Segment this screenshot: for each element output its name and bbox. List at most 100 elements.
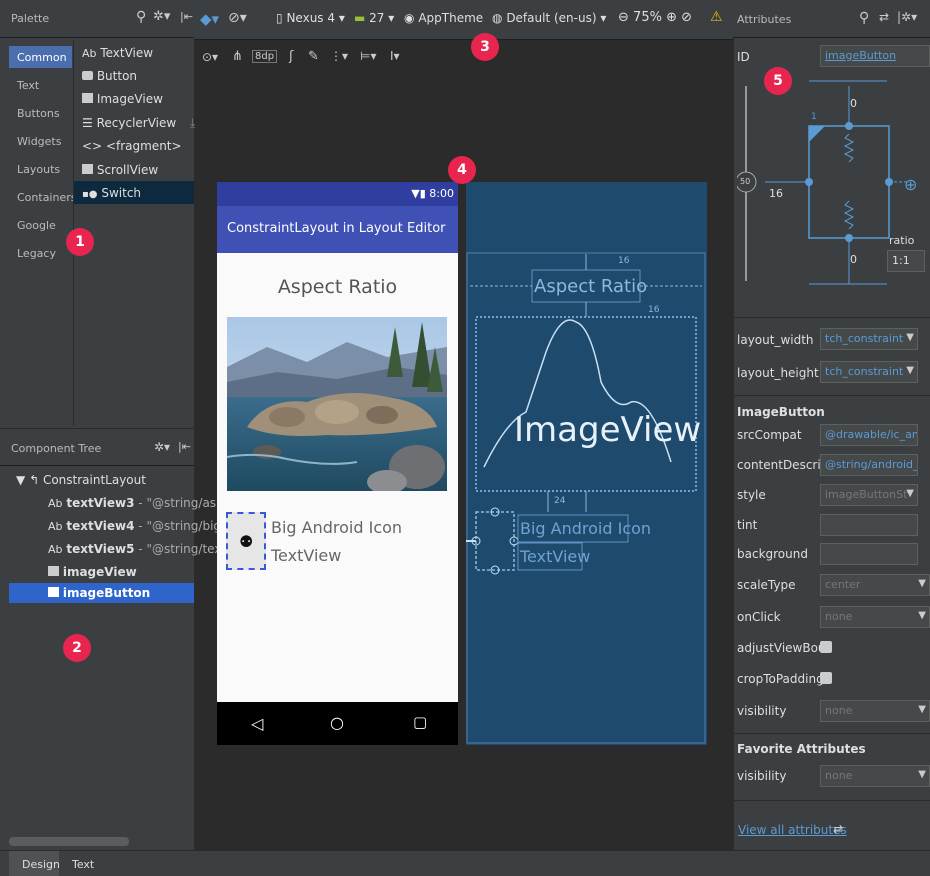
app-bar: ConstraintLayout in Layout Editor bbox=[217, 206, 458, 253]
search-icon[interactable]: ⚲ bbox=[136, 9, 146, 25]
locale-selector[interactable]: ◍ Default (en-us) ▾ bbox=[492, 11, 606, 25]
scale-type-label: scaleType bbox=[737, 578, 796, 592]
device-selector[interactable]: ▯ Nexus 4 ▾ bbox=[276, 11, 345, 25]
adjust-view-bounds-checkbox[interactable] bbox=[820, 641, 832, 653]
gear-icon[interactable]: ✲▾ bbox=[153, 9, 170, 24]
fav-visibility-label: visibility bbox=[737, 769, 787, 783]
home-icon[interactable]: ○ bbox=[330, 713, 344, 732]
big-android-icon-text[interactable]: Big Android Icon bbox=[271, 518, 402, 537]
chevron-down-icon[interactable]: ▼ bbox=[918, 578, 926, 589]
palette-item-scrollview[interactable]: ScrollView bbox=[82, 163, 158, 177]
fav-visibility-field[interactable]: none ▼ bbox=[820, 765, 930, 787]
palette-item-imageview[interactable]: ImageView bbox=[82, 92, 163, 106]
palette-category-legacy[interactable]: Legacy bbox=[17, 247, 56, 260]
visibility-field[interactable]: none ▼ bbox=[820, 700, 930, 722]
chevron-down-icon[interactable]: ▼ bbox=[906, 488, 914, 499]
hide-panel-icon[interactable]: |⇤ bbox=[178, 440, 191, 453]
landscape-image[interactable] bbox=[227, 317, 447, 491]
swap-icon[interactable]: ⇄ bbox=[879, 10, 889, 24]
src-compat-field[interactable]: @drawable/ic_and bbox=[820, 424, 918, 446]
gear-icon[interactable]: |✲▾ bbox=[897, 10, 917, 24]
search-icon[interactable]: ⚲ bbox=[859, 10, 869, 26]
layout-height-field[interactable]: tch_constraint ▼ bbox=[820, 361, 918, 383]
palette-category-containers[interactable]: Containers bbox=[17, 191, 77, 204]
tree-row-imageview[interactable]: imageView bbox=[48, 565, 137, 579]
tint-field[interactable] bbox=[820, 514, 918, 536]
constraint-top-value[interactable]: 0 bbox=[850, 97, 857, 110]
download-icon[interactable]: ⤓ bbox=[190, 116, 195, 130]
palette-item-recyclerview[interactable]: ☰ RecyclerView ⤓ bbox=[82, 116, 195, 131]
palette-category-common[interactable]: Common bbox=[17, 51, 67, 64]
zoom-fit-icon[interactable]: ⊘ bbox=[681, 10, 692, 25]
infer-constraints-icon[interactable]: ✎ bbox=[308, 49, 319, 64]
scale-type-field[interactable]: center ▼ bbox=[820, 574, 930, 596]
tree-root-constraintlayout[interactable]: ▼ ↰ ConstraintLayout bbox=[16, 473, 146, 487]
palette-category-layouts[interactable]: Layouts bbox=[17, 163, 60, 176]
blueprint-imageview-text[interactable]: ImageView bbox=[514, 410, 701, 450]
tree-row-textview3[interactable]: Ab textView3 - "@string/asp bbox=[48, 496, 224, 510]
palette-category-buttons[interactable]: Buttons bbox=[17, 107, 60, 120]
autoconnect-icon[interactable]: ⋔ bbox=[232, 49, 243, 64]
pack-icon[interactable]: ⋮▾ bbox=[330, 49, 348, 63]
id-field[interactable]: imageButton bbox=[820, 45, 930, 67]
theme-selector[interactable]: ◉ AppTheme bbox=[404, 11, 483, 25]
textview-text[interactable]: TextView bbox=[271, 546, 341, 565]
design-surface-icon[interactable]: ◆▾ bbox=[200, 10, 219, 28]
background-field[interactable] bbox=[820, 543, 918, 565]
constraint-bottom-value[interactable]: 0 bbox=[850, 253, 857, 266]
chevron-down-icon[interactable]: ▼ bbox=[918, 769, 926, 780]
back-icon[interactable]: ◁ bbox=[251, 714, 263, 733]
ratio-field[interactable]: 1:1 bbox=[887, 250, 925, 272]
recents-icon[interactable]: ▢ bbox=[413, 713, 427, 731]
blueprint-big-icon-text[interactable]: Big Android Icon bbox=[520, 519, 651, 538]
horizontal-scrollbar[interactable] bbox=[9, 837, 129, 846]
view-options-icon[interactable]: ⊙▾ bbox=[202, 50, 218, 64]
api-selector[interactable]: ▬ 27 ▾ bbox=[354, 11, 394, 25]
tab-design[interactable]: Design bbox=[22, 858, 60, 871]
onclick-field[interactable]: none ▼ bbox=[820, 606, 930, 628]
tree-root-label: ConstraintLayout bbox=[42, 473, 146, 487]
bias-value[interactable]: 50 bbox=[740, 177, 750, 186]
chevron-down-icon[interactable]: ▼ bbox=[918, 704, 926, 715]
palette-category-google[interactable]: Google bbox=[17, 219, 56, 232]
constraint-toolbar: ⊙▾ ⋔ 8dp ʃ ✎ ⋮▾ ⊨▾ Ι▾ bbox=[194, 40, 733, 76]
list-icon: ☰ bbox=[82, 116, 93, 130]
chevron-down-icon[interactable]: ▼ bbox=[906, 365, 914, 376]
palette-category-widgets[interactable]: Widgets bbox=[17, 135, 61, 148]
tree-row-textview4[interactable]: Ab textView4 - "@string/big bbox=[48, 519, 221, 533]
hide-panel-icon[interactable]: |⇤ bbox=[180, 10, 193, 23]
palette-item-switch[interactable]: ▪● Switch bbox=[82, 186, 141, 200]
crop-to-padding-checkbox[interactable] bbox=[820, 672, 832, 684]
swap-icon[interactable]: ⇄ bbox=[833, 822, 843, 836]
blueprint-textview-text[interactable]: TextView bbox=[520, 547, 590, 566]
zoom-controls[interactable]: ⊖ 75% ⊕ ⊘ bbox=[618, 10, 692, 25]
aspect-ratio-text[interactable]: Aspect Ratio bbox=[217, 276, 458, 298]
zoom-in-icon[interactable]: ⊕ bbox=[666, 10, 677, 25]
tab-text[interactable]: Text bbox=[72, 858, 94, 871]
palette-category-text[interactable]: Text bbox=[17, 79, 39, 92]
clear-constraints-icon[interactable]: ʃ bbox=[289, 49, 293, 64]
palette-item-button[interactable]: Button bbox=[82, 69, 137, 83]
content-description-field[interactable]: @string/android_ bbox=[820, 454, 918, 476]
constraint-left-value[interactable]: 16 bbox=[769, 187, 783, 200]
gear-icon[interactable]: ✲▾ bbox=[154, 440, 170, 454]
guidelines-icon[interactable]: Ι▾ bbox=[390, 49, 400, 63]
expand-arrow-icon[interactable]: ▼ bbox=[16, 473, 25, 487]
add-constraint-icon[interactable]: ⊕ bbox=[904, 175, 917, 194]
warning-icon[interactable]: ⚠ bbox=[710, 9, 723, 25]
view-all-attributes-link[interactable]: View all attributes bbox=[738, 823, 847, 837]
default-margin-selector[interactable]: 8dp bbox=[252, 50, 278, 63]
tree-row-textview5[interactable]: Ab textView5 - "@string/tex bbox=[48, 542, 221, 556]
align-icon[interactable]: ⊨▾ bbox=[360, 49, 376, 63]
zoom-out-icon[interactable]: ⊖ bbox=[618, 10, 629, 25]
chevron-down-icon[interactable]: ▼ bbox=[906, 332, 914, 343]
blueprint-aspect-ratio-text[interactable]: Aspect Ratio bbox=[534, 276, 647, 297]
style-field[interactable]: imageButtonSt ▼ bbox=[820, 484, 918, 506]
palette-item-textview[interactable]: Ab TextView bbox=[82, 46, 153, 60]
chevron-down-icon[interactable]: ▼ bbox=[918, 610, 926, 621]
layout-width-field[interactable]: tch_constraint ▼ bbox=[820, 328, 918, 350]
palette-item-fragment[interactable]: <> <fragment> bbox=[82, 139, 182, 153]
tree-row-imagebutton[interactable]: imageButton bbox=[48, 586, 150, 600]
orientation-icon[interactable]: ⊘▾ bbox=[228, 10, 247, 26]
image-button[interactable]: ⚉ bbox=[226, 512, 266, 570]
